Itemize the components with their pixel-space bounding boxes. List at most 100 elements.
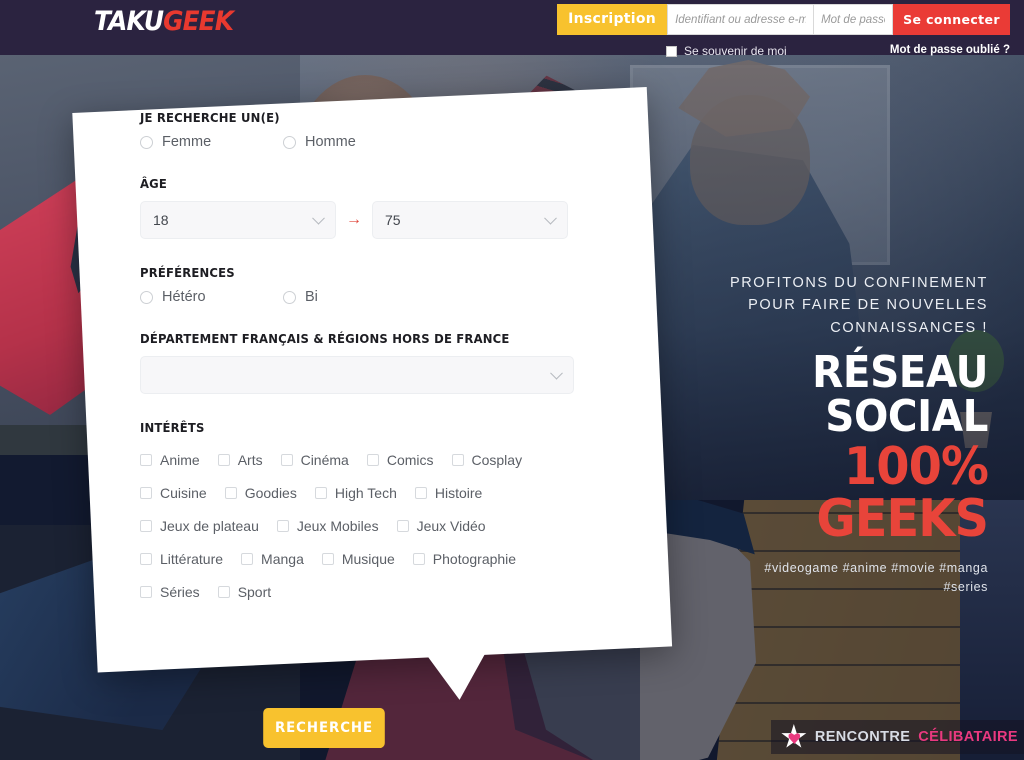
checkbox-icon[interactable]: [140, 454, 152, 466]
interest-label: Jeux Vidéo: [416, 518, 486, 534]
interest-label: Séries: [160, 584, 200, 600]
radio-homme[interactable]: Homme: [283, 134, 356, 150]
preferences-options: Hétéro Bi: [140, 289, 600, 305]
section-looking-for: JE RECHERCHE UN(E) Femme Homme: [140, 110, 600, 150]
checkbox-icon[interactable]: [217, 586, 230, 598]
interest-checkbox-anime[interactable]: Anime: [140, 452, 200, 468]
chevron-down-icon: [312, 211, 325, 225]
section-age: ÂGE 18 → 75: [140, 176, 600, 239]
interest-checkbox-high-tech[interactable]: High Tech: [314, 485, 397, 501]
interests-row: Littérature Manga Musique Photographie: [140, 551, 600, 567]
forgot-password-link[interactable]: Mot de passe oublié ?: [890, 44, 1010, 56]
search-submit-button[interactable]: RECHERCHE: [263, 708, 385, 748]
interest-label: Musique: [341, 551, 395, 567]
interest-checkbox-manga[interactable]: Manga: [241, 551, 304, 567]
interest-checkbox-histoire[interactable]: Histoire: [414, 485, 483, 501]
interest-label: Manga: [261, 551, 304, 567]
interest-checkbox-cuisine[interactable]: Cuisine: [140, 485, 207, 501]
checkbox-icon[interactable]: [140, 586, 152, 598]
interest-label: Photographie: [432, 551, 517, 567]
checkbox-icon[interactable]: [314, 487, 327, 499]
checkbox-icon[interactable]: [241, 553, 254, 565]
interest-checkbox-arts[interactable]: Arts: [217, 452, 263, 468]
watermark-text-accent: CÉLIBATAIRE: [918, 729, 1018, 745]
interest-checkbox-photographie[interactable]: Photographie: [412, 551, 517, 567]
arrow-right-icon: →: [346, 211, 362, 228]
radio-circle-icon[interactable]: [283, 290, 296, 304]
interest-checkbox-cinéma[interactable]: Cinéma: [280, 452, 349, 468]
interests-row: Cuisine Goodies High Tech Histoire: [140, 485, 600, 501]
interest-checkbox-cosplay[interactable]: Cosplay: [451, 452, 522, 468]
interest-checkbox-goodies[interactable]: Goodies: [224, 485, 297, 501]
star-heart-icon: [781, 724, 807, 750]
section-department: DÉPARTEMENT FRANÇAIS & RÉGIONS HORS DE F…: [140, 331, 600, 394]
interest-checkbox-comics[interactable]: Comics: [366, 452, 434, 468]
checkbox-icon[interactable]: [224, 487, 237, 499]
section-interests: INTÉRÊTS Anime Arts Cinéma Comics Cosplay Cui…: [140, 420, 600, 600]
interest-label: Cuisine: [160, 485, 207, 501]
interest-label: Littérature: [160, 551, 224, 567]
interests-row: Jeux de plateau Jeux Mobiles Jeux Vidéo: [140, 518, 600, 534]
signup-button[interactable]: Inscription: [557, 4, 668, 35]
interest-label: High Tech: [334, 485, 397, 501]
site-header: TAKUGEEK Inscription Se connecter Se sou…: [0, 0, 1024, 58]
interest-checkbox-sport[interactable]: Sport: [217, 584, 271, 600]
age-range-controls: 18 → 75: [140, 201, 600, 239]
interests-label: INTÉRÊTS: [140, 420, 205, 435]
password-input[interactable]: [813, 4, 894, 35]
section-preferences: PRÉFÉRENCES Hétéro Bi: [140, 265, 600, 305]
site-logo[interactable]: TAKUGEEK: [94, 6, 234, 37]
checkbox-icon[interactable]: [396, 520, 409, 532]
radio-hetero-label: Hétéro: [162, 289, 206, 305]
interest-checkbox-séries[interactable]: Séries: [140, 584, 200, 600]
checkbox-icon[interactable]: [451, 454, 464, 466]
interests-row: Séries Sport: [140, 584, 600, 600]
logo-text-primary: TAKU: [94, 6, 164, 37]
login-identifier-input[interactable]: [667, 4, 814, 35]
radio-homme-label: Homme: [305, 134, 356, 150]
checkbox-icon[interactable]: [366, 454, 379, 466]
interest-checkbox-jeux-mobiles[interactable]: Jeux Mobiles: [276, 518, 379, 534]
remember-me-checkbox[interactable]: [666, 45, 677, 57]
checkbox-icon[interactable]: [217, 454, 230, 466]
login-button[interactable]: Se connecter: [893, 4, 1010, 35]
interest-label: Comics: [386, 452, 434, 468]
checkbox-icon[interactable]: [280, 454, 293, 466]
radio-circle-icon[interactable]: [140, 290, 153, 304]
radio-hetero[interactable]: Hétéro: [140, 289, 283, 305]
search-form: JE RECHERCHE UN(E) Femme Homme ÂGE 18 → …: [140, 110, 600, 658]
interest-checkbox-jeux-vidéo[interactable]: Jeux Vidéo: [396, 518, 486, 534]
interests-checkbox-grid: Anime Arts Cinéma Comics Cosplay Cuisine Goodi…: [140, 452, 600, 600]
logo-text-accent: GEEK: [163, 6, 234, 37]
interest-label: Cinéma: [300, 452, 349, 468]
age-max-select[interactable]: 75: [372, 201, 568, 239]
interest-checkbox-littérature[interactable]: Littérature: [140, 551, 223, 567]
checkbox-icon[interactable]: [140, 553, 152, 565]
interest-label: Histoire: [434, 485, 483, 501]
interest-checkbox-jeux-de-plateau[interactable]: Jeux de plateau: [140, 518, 259, 534]
page-root: A9 PROFITONS DU CONFINEMENT POUR FAIRE D…: [0, 0, 1024, 760]
department-label: DÉPARTEMENT FRANÇAIS & RÉGIONS HORS DE F…: [140, 331, 510, 346]
radio-circle-icon[interactable]: [283, 135, 296, 149]
radio-circle-icon[interactable]: [140, 135, 153, 149]
age-min-value: 18: [153, 212, 169, 228]
age-min-select[interactable]: 18: [140, 201, 336, 239]
age-label: ÂGE: [140, 176, 168, 191]
checkbox-icon[interactable]: [412, 553, 425, 565]
interest-label: Arts: [237, 452, 263, 468]
radio-femme[interactable]: Femme: [140, 134, 283, 150]
checkbox-icon[interactable]: [414, 487, 427, 499]
radio-femme-label: Femme: [162, 134, 212, 150]
radio-bi[interactable]: Bi: [283, 289, 318, 305]
department-select[interactable]: [140, 356, 574, 394]
checkbox-icon[interactable]: [140, 487, 152, 499]
interest-checkbox-musique[interactable]: Musique: [321, 551, 395, 567]
remember-me-label: Se souvenir de moi: [684, 44, 787, 58]
checkbox-icon[interactable]: [276, 520, 289, 532]
interests-row: Anime Arts Cinéma Comics Cosplay: [140, 452, 600, 468]
checkbox-icon[interactable]: [140, 520, 152, 532]
auth-bar: Inscription Se connecter: [557, 4, 1010, 35]
remember-me-row[interactable]: Se souvenir de moi: [666, 44, 787, 58]
checkbox-icon[interactable]: [321, 553, 334, 565]
looking-for-options: Femme Homme: [140, 134, 600, 150]
